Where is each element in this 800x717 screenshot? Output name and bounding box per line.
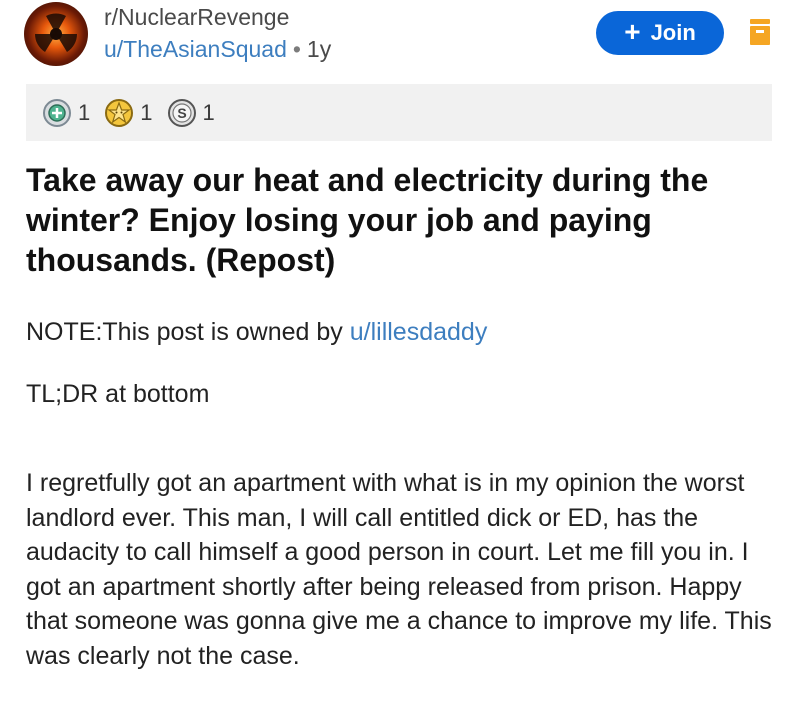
post-meta: u/TheAsianSquad • 1y [104,36,331,63]
plus-icon: + [624,15,641,47]
post-header: r/NuclearRevenge u/TheAsianSquad • 1y + Jo… [0,0,800,80]
note-user-link[interactable]: u/lillesdaddy [350,318,488,346]
save-icon[interactable] [748,18,772,46]
silver-award-icon: S [167,98,196,127]
post-body: I regretfully got an apartment with what… [26,469,772,670]
award-count: 1 [202,99,215,125]
post-age: 1y [306,36,332,62]
subreddit-avatar[interactable] [24,2,88,66]
award-silver[interactable]: S 1 [167,98,215,128]
awards-bar: 1 1 S 1 [26,84,772,141]
join-button[interactable]: + Join [596,11,724,55]
join-label: Join [650,20,696,45]
award-count: 1 [140,99,153,125]
note-text: NOTE:This post is owned by [26,318,350,346]
svg-text:S: S [177,105,186,121]
award-helpful[interactable]: 1 [42,98,90,128]
post-title: Take away our heat and electricity durin… [26,162,709,278]
post-note: NOTE:This post is owned by u/lillesdaddy [26,318,487,347]
helpful-award-icon [43,98,71,127]
author-link[interactable]: u/TheAsianSquad [104,36,287,62]
tldr-text: TL;DR at bottom [26,380,210,408]
radiation-icon [34,13,78,52]
wholesome-award-icon [105,98,134,127]
award-count: 1 [78,99,91,125]
award-wholesome[interactable]: 1 [104,98,153,128]
subreddit-name[interactable]: r/NuclearRevenge [104,4,289,31]
meta-separator: • [292,36,301,62]
